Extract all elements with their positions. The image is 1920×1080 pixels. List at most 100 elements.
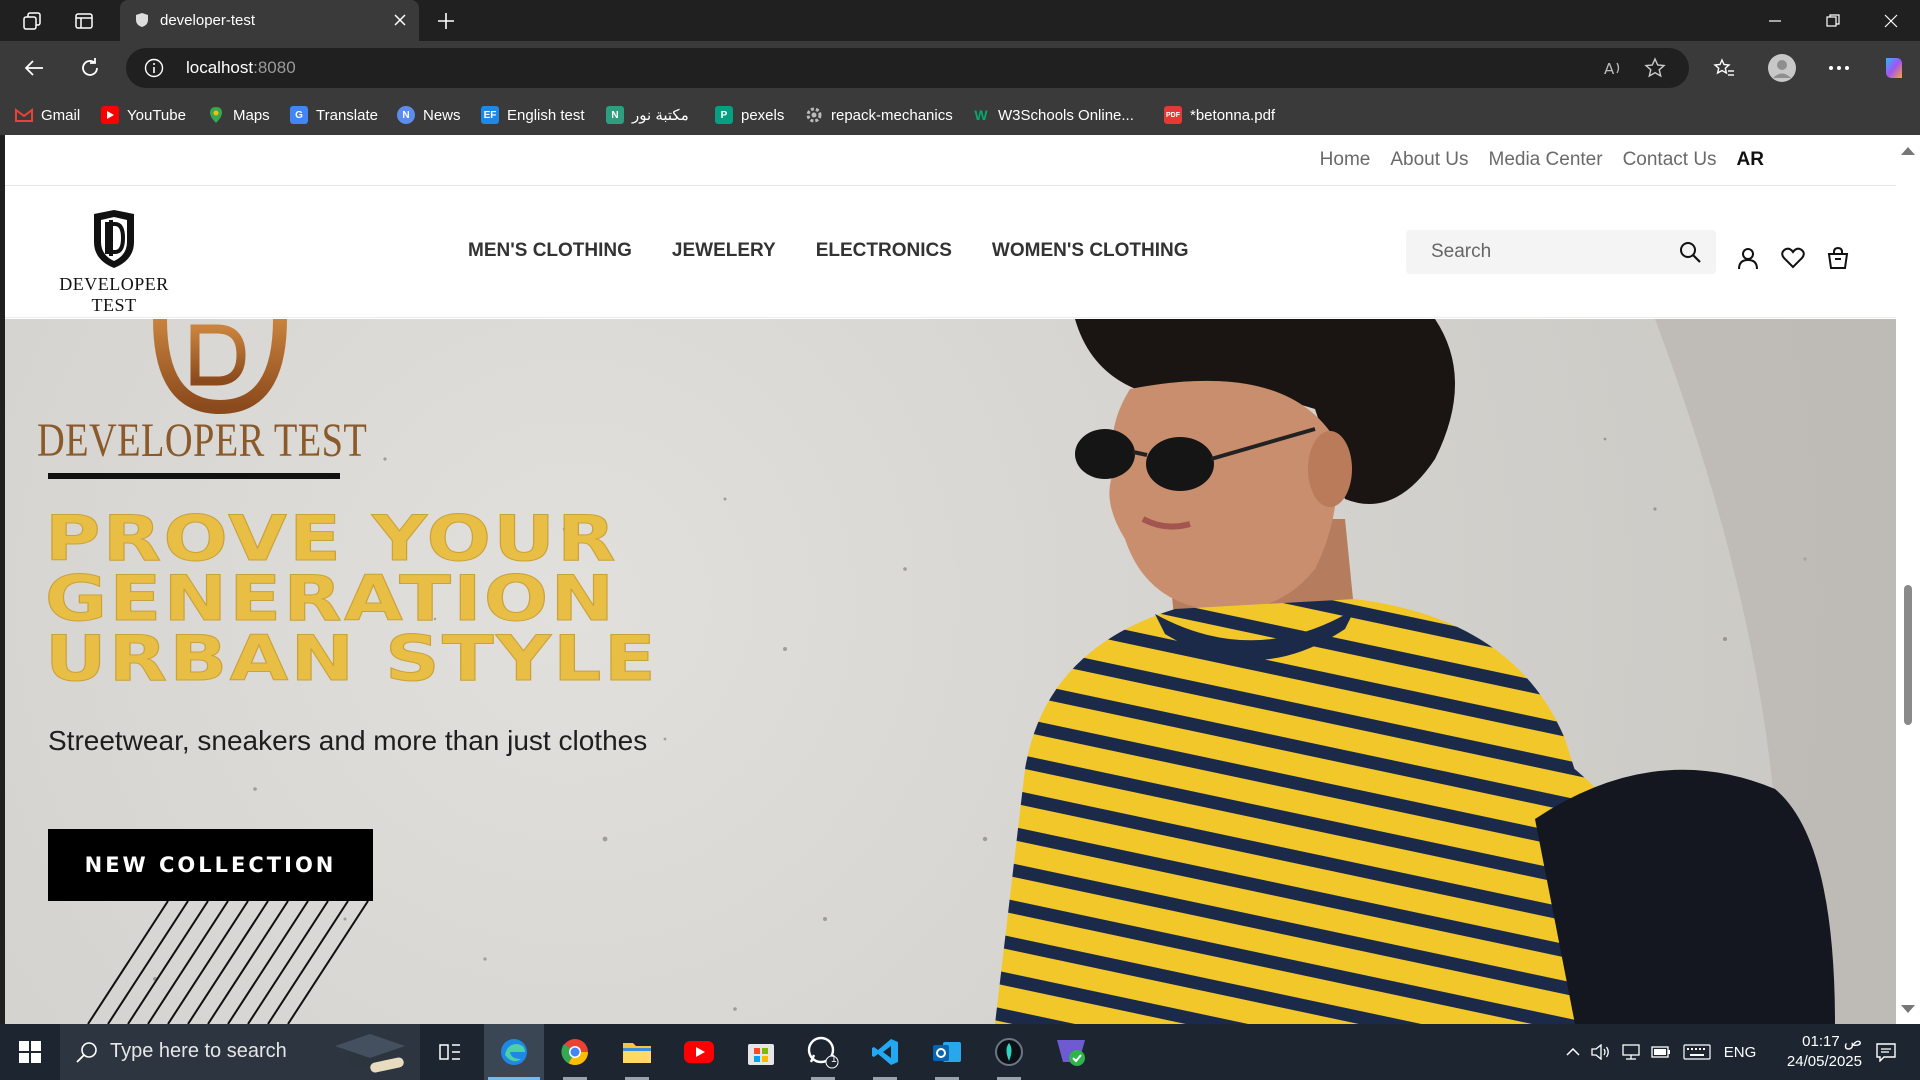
gear-icon [805, 106, 823, 124]
favorite-star-icon[interactable] [1643, 56, 1667, 80]
site-logo[interactable]: DEVELOPER TEST [49, 210, 179, 315]
bookmark-gmail[interactable]: Gmail [15, 103, 80, 127]
main-header: DEVELOPER TEST MEN'S CLOTHING JEWELERY E… [5, 186, 1896, 318]
site-info-icon[interactable] [144, 58, 164, 78]
search-icon[interactable] [1678, 240, 1702, 264]
task-view-icon[interactable] [420, 1024, 480, 1080]
system-clock[interactable]: 01:17 ص 24/05/2025 [1762, 1032, 1862, 1072]
search-box [1406, 230, 1716, 274]
notifications-icon[interactable] [1866, 1024, 1906, 1080]
nav-contact-link[interactable]: Contact Us [1623, 149, 1717, 171]
tab-title: developer-test [160, 12, 256, 29]
user-account-icon[interactable] [1735, 245, 1761, 271]
bookmark-label: pexels [741, 106, 785, 124]
favorites-icon[interactable] [1706, 50, 1742, 86]
restore-window-icon[interactable] [1804, 0, 1862, 41]
scroll-down-arrow-icon[interactable] [1901, 1005, 1915, 1013]
page-scrollbar[interactable] [1896, 135, 1920, 1024]
language-indicator[interactable]: ENG [1720, 1024, 1760, 1080]
windows-start-icon[interactable] [0, 1024, 60, 1080]
utility-nav: Home About Us Media Center Contact Us AR [5, 135, 1896, 186]
back-arrow-icon[interactable] [16, 50, 52, 86]
category-mens-clothing[interactable]: MEN'S CLOTHING [468, 240, 632, 262]
chrome-taskbar-icon[interactable] [545, 1024, 605, 1080]
address-bar[interactable]: localhost:8080 A [126, 48, 1689, 88]
w3schools-icon: W [974, 107, 988, 123]
profile-avatar[interactable] [1764, 50, 1800, 86]
hero-model-image [995, 319, 1896, 1024]
battery-icon[interactable] [1648, 1024, 1674, 1080]
vscode-taskbar-icon[interactable] [855, 1024, 915, 1080]
bookmark-english-test[interactable]: EF English test [481, 103, 585, 127]
scroll-up-arrow-icon[interactable] [1901, 147, 1915, 155]
headline-line-2: GENERATION [44, 562, 617, 635]
svg-text:A: A [1604, 60, 1615, 78]
decorative-stripes [87, 901, 369, 1024]
search-input[interactable] [1406, 230, 1666, 274]
bookmark-translate[interactable]: G Translate [290, 103, 378, 127]
app-taskbar-icon[interactable] [979, 1024, 1039, 1080]
refresh-icon[interactable] [72, 50, 108, 86]
bookmark-label: repack-mechanics [831, 106, 953, 124]
youtube-taskbar-icon[interactable] [669, 1024, 729, 1080]
url-text[interactable]: localhost:8080 [186, 58, 296, 78]
vertical-tabs-icon[interactable] [64, 6, 104, 36]
network-icon[interactable] [1618, 1024, 1644, 1080]
bookmark-label: Gmail [41, 106, 81, 124]
clock-time: 01:17 ص [1802, 1033, 1862, 1050]
clock-date: 24/05/2025 [1786, 1053, 1862, 1070]
pexels-icon: P [715, 106, 733, 124]
shopping-bag-icon[interactable] [1825, 245, 1851, 271]
brand-name: DEVELOPER TEST [59, 274, 169, 315]
read-aloud-icon[interactable]: A [1601, 56, 1625, 80]
whatsapp-badge: 1 [831, 1054, 837, 1065]
close-tab-icon[interactable] [389, 9, 411, 31]
category-womens-clothing[interactable]: WOMEN'S CLOTHING [992, 240, 1189, 262]
bookmark-label: Translate [316, 106, 378, 124]
whatsapp-taskbar-icon[interactable]: 1 [793, 1024, 853, 1080]
category-electronics[interactable]: ELECTRONICS [816, 240, 952, 262]
taskbar-search[interactable]: Type here to search [60, 1024, 420, 1080]
hero-banner: DEVELOPER TEST PROVE YOUR GENERATION URB… [5, 319, 1896, 1024]
wishlist-heart-icon[interactable] [1780, 245, 1806, 271]
taskbar-search-placeholder: Type here to search [110, 1040, 287, 1062]
category-jewelery[interactable]: JEWELERY [672, 240, 776, 262]
nav-home-link[interactable]: Home [1320, 149, 1371, 171]
bookmark-youtube[interactable]: YouTube [101, 103, 186, 127]
outlook-taskbar-icon[interactable] [917, 1024, 977, 1080]
browser-tab-strip: developer-test [0, 0, 1920, 41]
edge-taskbar-icon[interactable] [484, 1024, 544, 1080]
bookmark-pexels[interactable]: P pexels [715, 103, 784, 127]
bookmarks-bar: Gmail YouTube Maps G Translate N News EF… [0, 95, 1920, 135]
desktop: developer-test localhost:8080 A Gmail Yo… [0, 0, 1920, 1080]
scrollbar-thumb[interactable] [1904, 585, 1912, 725]
minimize-window-icon[interactable] [1746, 0, 1804, 41]
graduation-cap-icon [335, 1034, 405, 1073]
copilot-icon[interactable] [1876, 50, 1912, 86]
tab-developer-test[interactable]: developer-test [120, 0, 419, 41]
nav-about-link[interactable]: About Us [1390, 149, 1468, 171]
more-options-icon[interactable] [1821, 50, 1857, 86]
bookmark-betonna-pdf[interactable]: PDF *betonna.pdf [1164, 103, 1275, 127]
browser-toolbar: localhost:8080 A [0, 41, 1920, 95]
file-explorer-icon[interactable] [607, 1024, 667, 1080]
show-hidden-icons-icon[interactable] [1560, 1024, 1586, 1080]
keyboard-icon[interactable] [1680, 1024, 1714, 1080]
language-toggle[interactable]: AR [1737, 149, 1764, 171]
nav-media-center-link[interactable]: Media Center [1489, 149, 1603, 171]
bookmark-maps[interactable]: Maps [207, 103, 270, 127]
bookmark-repack-mechanics[interactable]: repack-mechanics [805, 103, 953, 127]
bookmark-w3schools[interactable]: W W3Schools Online... [972, 103, 1134, 127]
security-app-icon[interactable] [1041, 1024, 1101, 1080]
close-window-icon[interactable] [1862, 0, 1920, 41]
category-nav: MEN'S CLOTHING JEWELERY ELECTRONICS WOME… [468, 240, 1189, 262]
bookmark-news[interactable]: N News [397, 103, 461, 127]
new-collection-button[interactable]: NEW COLLECTION [48, 829, 373, 901]
new-tab-button[interactable] [431, 6, 461, 36]
microsoft-store-icon[interactable] [731, 1024, 791, 1080]
bookmark-noor-library[interactable]: N مكتبة نور [606, 103, 689, 127]
workspaces-icon[interactable] [12, 6, 52, 36]
translate-icon: G [290, 106, 308, 124]
volume-icon[interactable] [1588, 1024, 1614, 1080]
url-port: :8080 [253, 58, 296, 77]
